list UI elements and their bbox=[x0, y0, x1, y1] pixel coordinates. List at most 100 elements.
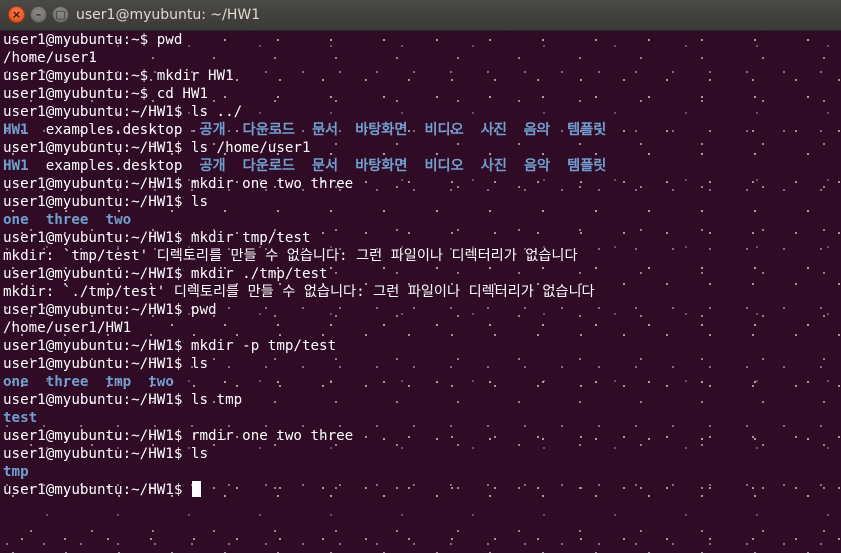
directory-name: 사진 bbox=[480, 122, 507, 138]
terminal-text: user1@myubuntu:~/HW1$ ls tmp bbox=[3, 392, 243, 408]
terminal-line: user1@myubuntu:~$ cd HW1 bbox=[3, 85, 839, 103]
terminal-text: user1@myubuntu:~/HW1$ ls /home/user1 bbox=[3, 140, 311, 156]
directory-name: test bbox=[3, 410, 38, 426]
directory-name: 문서 bbox=[311, 122, 339, 138]
directory-name: three bbox=[45, 212, 89, 228]
minimize-icon: – bbox=[35, 8, 42, 21]
close-icon: × bbox=[11, 8, 22, 21]
terminal-line: one three tmp two bbox=[3, 373, 839, 391]
directory-name: 음악 bbox=[523, 122, 551, 138]
terminal-line: user1@myubuntu:~/HW1$ mkdir ./tmp/test bbox=[3, 265, 839, 283]
terminal-line: user1@myubuntu:~/HW1$ pwd bbox=[3, 301, 839, 319]
terminal-text: examples.desktop bbox=[28, 122, 200, 138]
terminal-text: user1@myubuntu:~/HW1$ rmdir one two thre… bbox=[3, 428, 354, 444]
directory-name: 음악 bbox=[523, 158, 551, 174]
title-bar[interactable]: × – ▢ user1@myubuntu: ~/HW1 bbox=[0, 0, 841, 31]
terminal-line: user1@myubuntu:~/HW1$ ls tmp bbox=[3, 391, 839, 409]
directory-name: 다운로드 bbox=[242, 122, 295, 138]
terminal-text: user1@myubuntu:~/HW1$ mkdir tmp/test bbox=[3, 230, 311, 246]
terminal-text: user1@myubuntu:~/HW1$ ls bbox=[3, 356, 208, 372]
terminal-line: user1@myubuntu:~/HW1$ ls bbox=[3, 355, 839, 373]
terminal-line: user1@myubuntu:~/HW1$ ls bbox=[3, 445, 839, 463]
directory-name: HW1 bbox=[3, 122, 29, 138]
terminal-text: user1@myubuntu:~$ mkdir HW1 bbox=[3, 68, 234, 84]
terminal-line: user1@myubuntu:~/HW1$ mkdir -p tmp/test bbox=[3, 337, 839, 355]
terminal-line: /home/user1 bbox=[3, 49, 839, 67]
directory-name: tmp bbox=[3, 464, 29, 480]
terminal-text: user1@myubuntu:~/HW1$ bbox=[3, 482, 191, 498]
terminal-output[interactable]: user1@myubuntu:~$ pwd/home/user1 user1@my… bbox=[3, 31, 839, 551]
maximize-button[interactable]: ▢ bbox=[52, 6, 69, 23]
directory-name: 공개 bbox=[199, 158, 226, 174]
terminal-line: user1@myubuntu:~/HW1$ rmdir one two thre… bbox=[3, 427, 839, 445]
terminal-line: user1@myubuntu:~/HW1$ bbox=[3, 481, 839, 499]
directory-name: two bbox=[105, 212, 132, 228]
terminal-text: examples.desktop bbox=[28, 158, 200, 174]
terminal-line: tmp bbox=[3, 463, 839, 481]
terminal-text: mkdir: `tmp/test' 디렉토리를 만들 수 없습니다: 그런 파일… bbox=[3, 248, 578, 264]
terminal-text: user1@myubuntu:~/HW1$ ls bbox=[3, 446, 208, 462]
terminal-text: user1@myubuntu:~$ cd HW1 bbox=[3, 86, 208, 102]
directory-name: 비디오 bbox=[424, 122, 464, 138]
terminal-text: user1@myubuntu:~/HW1$ pwd bbox=[3, 302, 217, 318]
terminal-text: user1@myubuntu:~/HW1$ ls bbox=[3, 194, 208, 210]
directory-name: HW1 bbox=[3, 158, 29, 174]
terminal-line: one three two bbox=[3, 211, 839, 229]
directory-name: 템플릿 bbox=[567, 122, 607, 138]
directory-name: 비디오 bbox=[424, 158, 464, 174]
terminal-line: user1@myubuntu:~$ mkdir HW1 bbox=[3, 67, 839, 85]
terminal-text: user1@myubuntu:~/HW1$ mkdir ./tmp/test bbox=[3, 266, 328, 282]
terminal-text: user1@myubuntu:~/HW1$ mkdir one two thre… bbox=[3, 176, 354, 192]
directory-name: 문서 bbox=[311, 158, 339, 174]
terminal-line: mkdir: `tmp/test' 디렉토리를 만들 수 없습니다: 그런 파일… bbox=[3, 247, 839, 265]
directory-name: one bbox=[3, 212, 29, 228]
maximize-icon: ▢ bbox=[55, 8, 66, 21]
terminal-line: user1@myubuntu:~/HW1$ ls ../ bbox=[3, 103, 839, 121]
directory-name: two bbox=[148, 374, 174, 390]
terminal-line: user1@myubuntu:~$ pwd bbox=[3, 31, 839, 49]
minimize-button[interactable]: – bbox=[30, 6, 47, 23]
terminal-line: HW1 examples.desktop 공개 다운로드 문서 바탕화면 비디오… bbox=[3, 157, 839, 175]
terminal-line: test bbox=[3, 409, 839, 427]
directory-name: three bbox=[45, 374, 89, 390]
terminal-window: × – ▢ user1@myubuntu: ~/HW1 user1@myubun… bbox=[0, 0, 841, 553]
directory-name: 바탕화면 bbox=[355, 158, 408, 174]
terminal-line: user1@myubuntu:~/HW1$ mkdir tmp/test bbox=[3, 229, 839, 247]
terminal-line: user1@myubuntu:~/HW1$ mkdir one two thre… bbox=[3, 175, 839, 193]
directory-name: 다운로드 bbox=[242, 158, 295, 174]
terminal-line: HW1 examples.desktop 공개 다운로드 문서 바탕화면 비디오… bbox=[3, 121, 839, 139]
text-cursor bbox=[191, 481, 201, 497]
directory-name: tmp bbox=[105, 374, 132, 390]
terminal-line: mkdir: `./tmp/test' 디렉토리를 만들 수 없습니다: 그런 … bbox=[3, 283, 839, 301]
terminal-text: user1@myubuntu:~/HW1$ ls ../ bbox=[3, 104, 243, 120]
directory-name: 템플릿 bbox=[567, 158, 607, 174]
directory-name: 사진 bbox=[480, 158, 507, 174]
close-button[interactable]: × bbox=[8, 6, 25, 23]
terminal-line: /home/user1/HW1 bbox=[3, 319, 839, 337]
directory-name: 바탕화면 bbox=[355, 122, 408, 138]
terminal-text: user1@myubuntu:~/HW1$ mkdir -p tmp/test bbox=[3, 338, 337, 354]
terminal-line: user1@myubuntu:~/HW1$ ls bbox=[3, 193, 839, 211]
terminal-text: mkdir: `./tmp/test' 디렉토리를 만들 수 없습니다: 그런 … bbox=[3, 284, 595, 300]
directory-name: one bbox=[3, 374, 29, 390]
terminal-text: user1@myubuntu:~$ pwd bbox=[3, 32, 183, 48]
terminal-text: /home/user1/HW1 bbox=[3, 320, 132, 336]
terminal-line: user1@myubuntu:~/HW1$ ls /home/user1 bbox=[3, 139, 839, 157]
